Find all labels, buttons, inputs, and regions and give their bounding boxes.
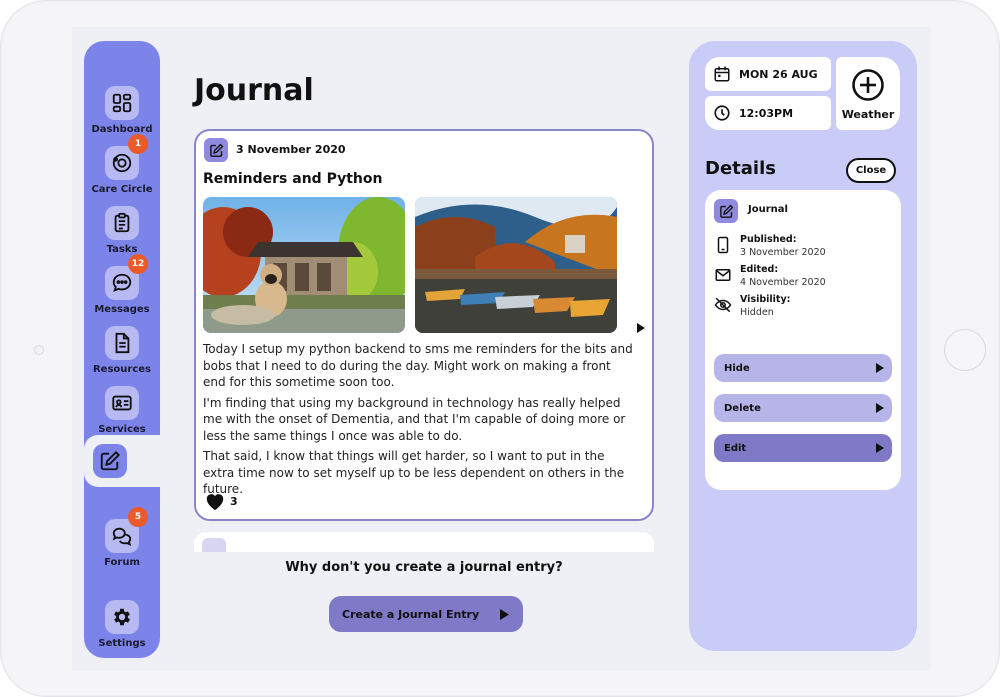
mail-icon	[715, 269, 731, 281]
journal-entry-card[interactable]: 3 November 2020 Reminders and Python Tod…	[194, 129, 654, 521]
hide-label: Hide	[724, 362, 750, 374]
entry-paragraph: I'm finding that using my background in …	[203, 395, 626, 443]
details-title: Details	[705, 158, 776, 179]
sidebar-item-settings[interactable]: Settings	[84, 600, 160, 656]
time-text: 12:03PM	[739, 106, 794, 120]
time-display: 12:03PM	[705, 96, 831, 130]
page-title: Journal	[194, 73, 314, 108]
entry-date: 3 November 2020	[236, 143, 346, 156]
edit-icon	[202, 538, 226, 552]
next-journal-entry-card[interactable]	[194, 532, 654, 552]
home-button[interactable]	[944, 329, 986, 371]
notification-badge: 5	[128, 507, 148, 527]
edit-button[interactable]: Edit	[714, 434, 892, 462]
play-arrow-icon	[876, 443, 884, 453]
create-entry-prompt: Why don't you create a journal entry?	[285, 560, 563, 575]
sidebar-item-messages[interactable]: 12 Messages	[84, 254, 160, 322]
sidebar-item-label: Resources	[92, 364, 152, 375]
sidebar-item-label: Dashboard	[91, 124, 153, 135]
sidebar-item-services[interactable]: Services	[84, 386, 160, 442]
sidebar-item-label: Forum	[104, 557, 140, 568]
document-icon	[105, 326, 139, 360]
next-image-arrow-icon[interactable]	[636, 319, 646, 338]
date-text: MON 26 AUG	[739, 67, 818, 81]
play-arrow-icon	[500, 609, 509, 620]
details-card: Journal Published: 3 November 2020 Edite…	[705, 190, 901, 490]
calendar-icon	[714, 66, 730, 82]
camera	[34, 345, 44, 355]
hide-button[interactable]: Hide	[714, 354, 892, 382]
eye-off-icon	[714, 297, 732, 313]
edit-label: Edit	[724, 442, 747, 454]
create-journal-entry-button[interactable]: Create a Journal Entry	[329, 596, 523, 632]
entry-body: Today I setup my python backend to sms m…	[203, 341, 633, 502]
edit-icon[interactable]	[204, 138, 228, 162]
published-value: 3 November 2020	[740, 247, 826, 258]
weather-label: Weather	[841, 108, 895, 121]
close-button[interactable]: Close	[846, 158, 896, 183]
create-journal-entry-label: Create a Journal Entry	[342, 607, 480, 621]
entry-photo-lake-boats[interactable]	[415, 197, 617, 333]
edited-label: Edited:	[740, 264, 779, 275]
entry-paragraph: That said, I know that things will get h…	[203, 449, 625, 496]
details-card-title: Journal	[748, 204, 788, 215]
like-button[interactable]: 3	[204, 491, 238, 511]
entry-title: Reminders and Python	[203, 171, 383, 187]
edit-icon	[714, 199, 738, 223]
sidebar-item-care-circle[interactable]: 1 Care Circle	[84, 134, 160, 202]
phone-icon	[717, 236, 729, 254]
journal-edit-icon	[93, 444, 127, 478]
visibility-value: Hidden	[740, 307, 774, 318]
sidebar-item-tasks[interactable]: Tasks	[84, 206, 160, 262]
edited-value: 4 November 2020	[740, 277, 826, 288]
tablet-frame: Dashboard 1 Care Circle Tasks 12 Message…	[0, 0, 1000, 697]
sidebar-item-label: Messages	[94, 304, 150, 315]
gear-icon	[105, 600, 139, 634]
notification-badge: 12	[128, 254, 148, 274]
sidebar: Dashboard 1 Care Circle Tasks 12 Message…	[84, 41, 160, 658]
entry-paragraph: Today I setup my python backend to sms m…	[203, 342, 633, 389]
delete-label: Delete	[724, 402, 761, 414]
play-arrow-icon	[876, 403, 884, 413]
sidebar-item-journal[interactable]	[84, 435, 166, 487]
details-panel: MON 26 AUG 12:03PM Weather Details Close…	[689, 41, 917, 651]
dashboard-icon	[105, 86, 139, 120]
notification-badge: 1	[128, 134, 148, 154]
play-arrow-icon	[876, 363, 884, 373]
sidebar-item-label: Settings	[98, 638, 146, 649]
add-circle-icon	[852, 69, 884, 101]
sidebar-item-label: Care Circle	[91, 184, 153, 195]
delete-button[interactable]: Delete	[714, 394, 892, 422]
id-card-icon	[105, 386, 139, 420]
like-count: 3	[230, 494, 238, 508]
visibility-label: Visibility:	[740, 294, 791, 305]
clock-icon	[714, 105, 730, 121]
heart-icon	[206, 494, 224, 511]
sidebar-item-resources[interactable]: Resources	[84, 326, 160, 382]
app-screen: Dashboard 1 Care Circle Tasks 12 Message…	[72, 27, 931, 671]
sidebar-item-dashboard[interactable]: Dashboard	[84, 86, 160, 142]
clipboard-icon	[105, 206, 139, 240]
sidebar-item-label: Services	[98, 424, 146, 435]
sidebar-item-forum[interactable]: 5 Forum	[84, 507, 160, 575]
published-label: Published:	[740, 234, 797, 245]
weather-button[interactable]: Weather	[836, 57, 900, 130]
date-display: MON 26 AUG	[705, 57, 831, 91]
entry-photo-pug-garden[interactable]	[203, 197, 405, 333]
sidebar-item-label: Tasks	[106, 244, 138, 255]
